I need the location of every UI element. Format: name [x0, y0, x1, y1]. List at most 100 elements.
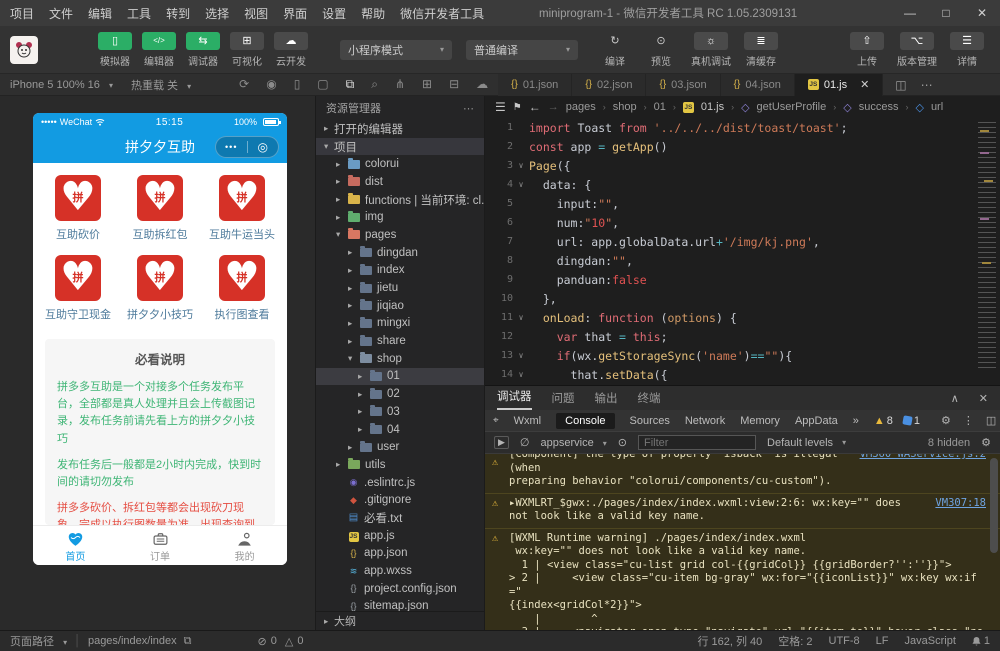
tree-item-dist[interactable]: ▸ dist	[316, 173, 484, 191]
current-page-path[interactable]: pages/index/index	[88, 635, 177, 647]
bookmark-icon[interactable]: ⚑	[513, 102, 522, 113]
search-icon[interactable]: ⌕	[371, 77, 378, 92]
tab-04-json[interactable]: {} 04.json	[720, 73, 795, 96]
panel-tab-terminal[interactable]: 终端	[638, 390, 661, 406]
tabbar-orders[interactable]: 订单	[118, 526, 203, 565]
page-path-selector[interactable]: 页面路径 ▾	[10, 633, 67, 649]
remote-debug-button[interactable]: ☼ 真机调试	[684, 31, 738, 68]
record-icon[interactable]: ◉	[266, 77, 276, 92]
menu-project[interactable]: 项目	[10, 5, 34, 22]
inspect-icon[interactable]: ⌖	[493, 415, 499, 426]
tab-03-json[interactable]: {} 03.json	[646, 73, 721, 96]
close-icon[interactable]: ✕	[860, 78, 869, 91]
tree-item-share[interactable]: ▸ share	[316, 332, 484, 350]
devtab-console[interactable]: Console	[556, 412, 615, 429]
refresh-icon[interactable]: ⟳	[239, 77, 249, 92]
tree-item-03[interactable]: ▸ 03	[316, 403, 484, 421]
menu-tools[interactable]: 工具	[127, 5, 151, 22]
devtab-appdata[interactable]: AppData	[795, 415, 838, 427]
monitor-icon[interactable]: ▢	[317, 77, 328, 92]
layout-grid-icon[interactable]: ⊞	[422, 77, 432, 92]
phone-frame-icon[interactable]: ▯	[294, 77, 301, 92]
mode-select[interactable]: 小程序模式 ▾	[340, 39, 452, 60]
tree-item-01[interactable]: ▸ 01	[316, 367, 484, 386]
compile-button[interactable]: ↻ 编译	[592, 32, 638, 68]
maximize-icon[interactable]: □	[928, 0, 964, 26]
close-icon[interactable]: ✕	[964, 0, 1000, 26]
menu-view[interactable]: 视图	[244, 5, 268, 22]
tabbar-home[interactable]: 首页	[33, 526, 118, 565]
notifications-indicator[interactable]: 1	[972, 635, 990, 647]
tree-item-app-wxss[interactable]: ≋ app.wxss	[316, 562, 484, 580]
tree-item-04[interactable]: ▸ 04	[316, 421, 484, 439]
menu-select[interactable]: 选择	[205, 5, 229, 22]
panel-tab-debugger[interactable]: 调试器	[497, 386, 532, 410]
tree-item-colorui[interactable]: ▸ colorui	[316, 155, 484, 173]
menu-settings[interactable]: 设置	[322, 5, 346, 22]
breadcrumb-01[interactable]: 01	[654, 101, 666, 113]
breadcrumb-pages[interactable]: pages	[566, 101, 596, 113]
scrollbar[interactable]	[990, 458, 998, 553]
eol-label[interactable]: LF	[876, 635, 889, 647]
layout-split-icon[interactable]: ⊟	[449, 77, 459, 92]
source-link[interactable]: VM360 WAService.js:2	[860, 454, 986, 462]
menu-goto[interactable]: 转到	[166, 5, 190, 22]
editor-button[interactable]: </> 编辑器	[138, 31, 180, 68]
more-icon[interactable]: ⋯	[921, 78, 933, 92]
close-circle-icon[interactable]: ◎	[248, 140, 279, 154]
issue-count-badge[interactable]: 1	[902, 415, 920, 427]
details-button[interactable]: ☰ 详情	[944, 31, 990, 68]
menu-interface[interactable]: 界面	[283, 5, 307, 22]
devtab-wxml[interactable]: Wxml	[514, 415, 542, 427]
tree-item-index[interactable]: ▸ index	[316, 262, 484, 280]
devtab-network[interactable]: Network	[685, 415, 725, 427]
encoding-label[interactable]: UTF-8	[829, 635, 860, 647]
tab-01-json[interactable]: {} 01.json	[498, 73, 573, 96]
forward-arrow-icon[interactable]: →	[548, 101, 559, 113]
tree-item-bikan-txt[interactable]: ▤ 必看.txt	[316, 509, 484, 527]
tree-item-mingxi[interactable]: ▸ mingxi	[316, 315, 484, 333]
copy-icon[interactable]: ⧉	[184, 635, 192, 648]
frame-selector-icon[interactable]: ▶	[494, 436, 509, 449]
tree-item-gitignore[interactable]: ◆ .gitignore	[316, 491, 484, 509]
warning-count-badge[interactable]: ▲ 8	[874, 415, 893, 427]
code-area[interactable]: 1 import Toast from '../../../dist/toast/…	[485, 118, 1000, 384]
tree-item-app-json[interactable]: {} app.json	[316, 545, 484, 563]
list-icon[interactable]: ☰	[495, 100, 506, 114]
files-icon[interactable]: ⧉	[346, 77, 355, 92]
tree-item-app-js[interactable]: JS app.js	[316, 527, 484, 545]
cloud-dev-button[interactable]: ☁ 云开发	[270, 31, 312, 68]
devtab-sources[interactable]: Sources	[630, 415, 670, 427]
grid-item-hongbao[interactable]: ♥ 拼 互助拆红包	[119, 175, 201, 242]
minimize-icon[interactable]: —	[892, 0, 928, 26]
gear-icon[interactable]: ⚙	[941, 414, 951, 427]
indent-label[interactable]: 空格: 2	[778, 633, 812, 649]
version-control-button[interactable]: ⌥ 版本管理	[890, 31, 944, 68]
clear-console-icon[interactable]: ∅	[520, 436, 530, 449]
menu-file[interactable]: 文件	[49, 5, 73, 22]
simulator-button[interactable]: ▯ 模拟器	[94, 31, 136, 68]
close-icon[interactable]: ✕	[979, 392, 988, 405]
dock-icon[interactable]: ◫	[986, 414, 996, 427]
tree-item-shop[interactable]: ▾ shop	[316, 350, 484, 368]
grid-item-niuyun[interactable]: ♥ 拼 互助牛运当头	[201, 175, 283, 242]
menu-edit[interactable]: 编辑	[88, 5, 112, 22]
preview-button[interactable]: ⊙ 预览	[638, 32, 684, 68]
context-select[interactable]: appservice ▾	[541, 437, 607, 449]
menu-devtools[interactable]: 微信开发者工具	[400, 5, 484, 22]
console-log-area[interactable]: ⚠ VM360 WAService.js:2 [Component] the t…	[485, 454, 1000, 630]
tree-item-project-config[interactable]: {} project.config.json	[316, 580, 484, 598]
devtab-memory[interactable]: Memory	[740, 415, 780, 427]
minimap[interactable]	[978, 122, 996, 372]
language-label[interactable]: JavaScript	[905, 635, 956, 647]
tree-item-02[interactable]: ▸ 02	[316, 385, 484, 403]
visualize-button[interactable]: ⊞ 可视化	[226, 31, 268, 68]
grid-item-shouwei[interactable]: ♥ 拼 互助守卫现金	[37, 255, 119, 322]
cursor-position-label[interactable]: 行 162, 列 40	[697, 633, 762, 649]
tree-item-jiqiao[interactable]: ▸ jiqiao	[316, 297, 484, 315]
menu-help[interactable]: 帮助	[361, 5, 385, 22]
gear-icon[interactable]: ⚙	[981, 436, 991, 449]
device-selector[interactable]: iPhone 5 100% 16 ▾	[0, 79, 113, 91]
source-link[interactable]: VM307:18	[935, 497, 986, 511]
breadcrumb-url[interactable]: url	[931, 101, 943, 113]
